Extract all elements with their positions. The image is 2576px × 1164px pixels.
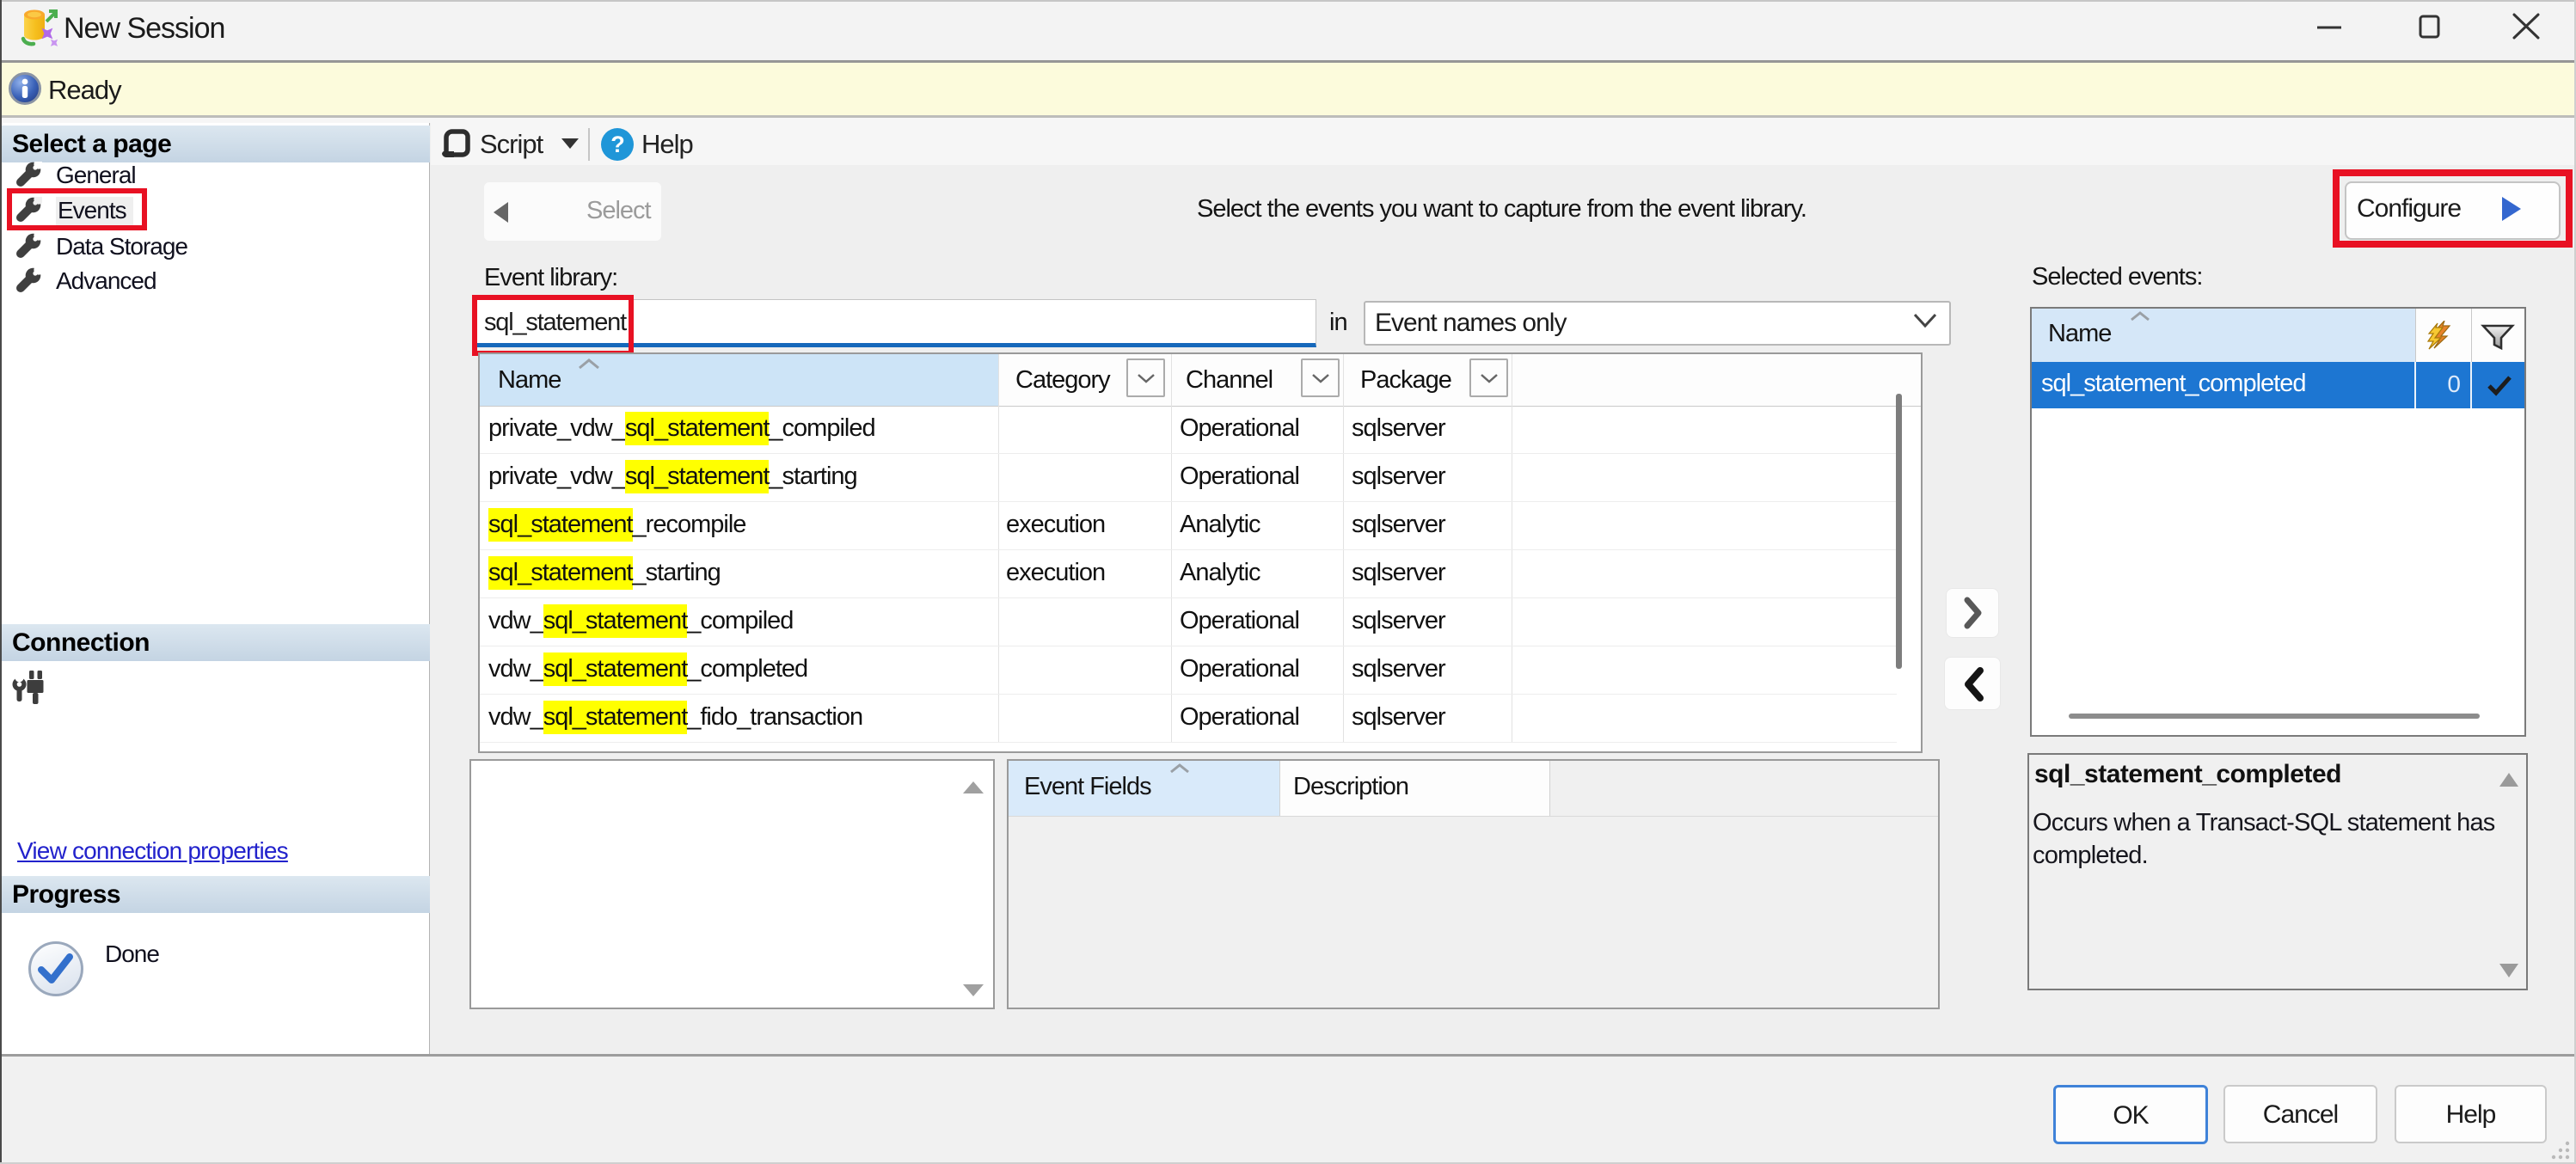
svg-text:?: ? (610, 132, 624, 157)
